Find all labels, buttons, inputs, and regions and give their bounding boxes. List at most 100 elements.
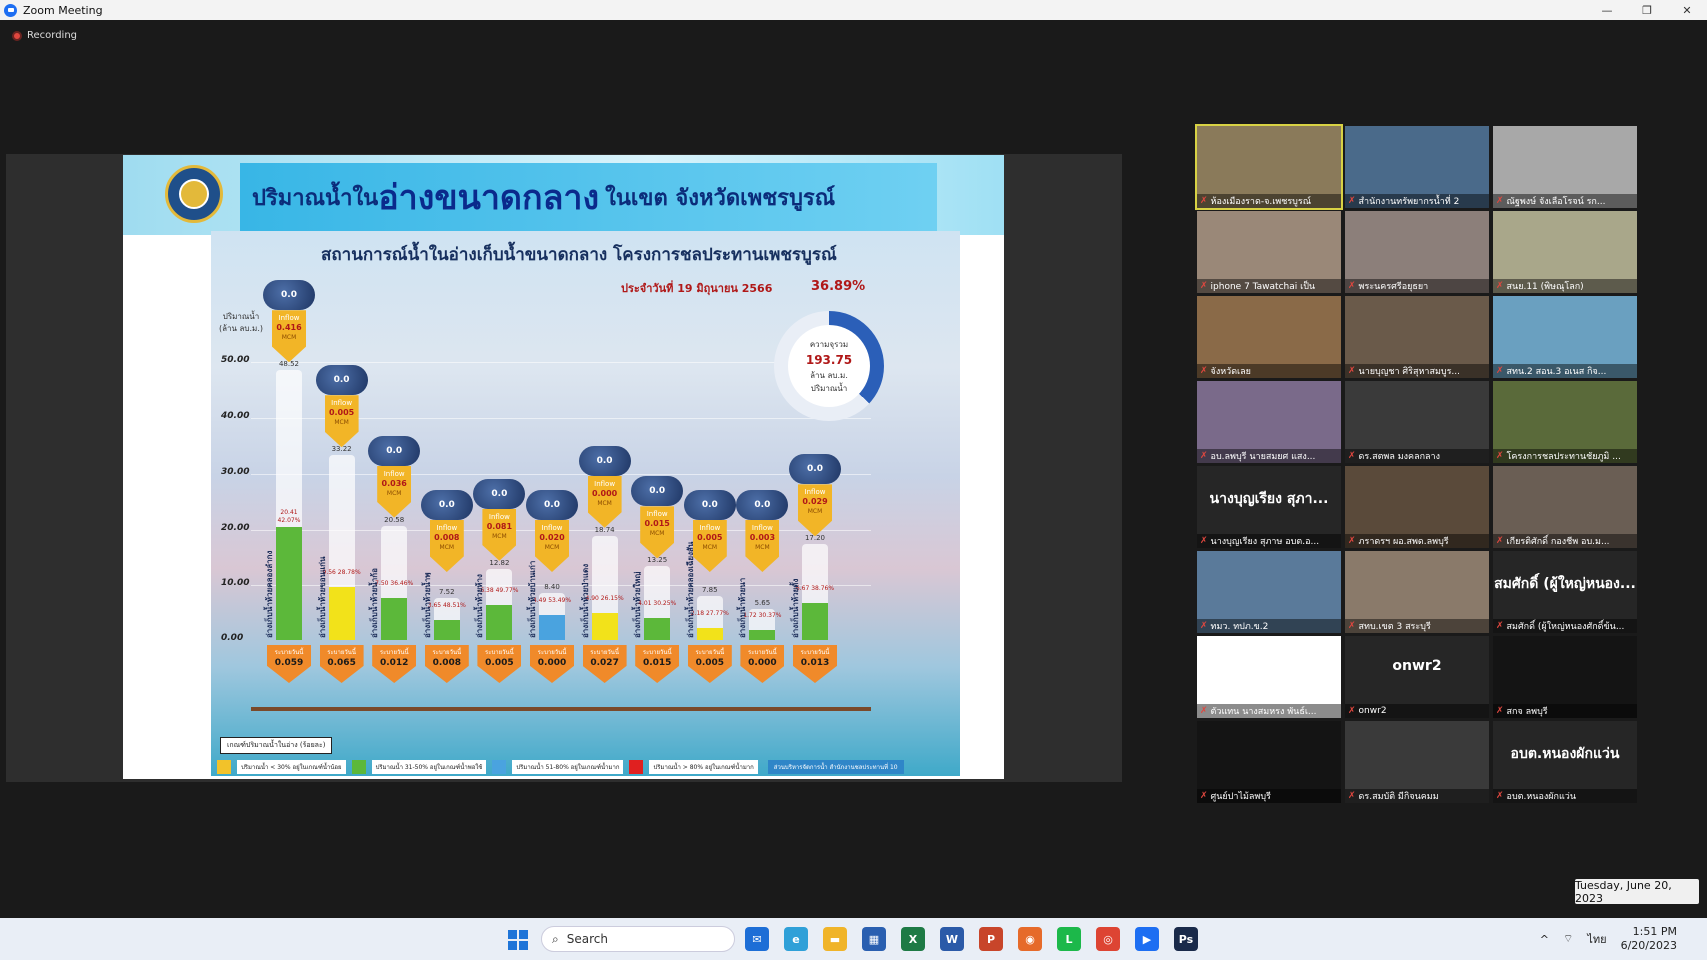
outflow-value: 0.013 [800,658,830,668]
participant-name-label: ✗ สทน.2 สอน.3 อเนส กิจ... [1493,364,1637,378]
muted-mic-icon: ✗ [1200,196,1208,206]
mail-app-icon[interactable]: ✉ [745,927,769,951]
donut-unit: ล้าน ลบ.ม. [810,370,848,380]
y-axis-label-line1: ปริมาณน้ำ [222,312,260,321]
start-button[interactable] [508,930,528,950]
participant-tile[interactable]: ✗ ตัวแทน นางสมหรง พันธ์เ... [1197,636,1341,718]
store-app-icon[interactable]: ▦ [862,927,886,951]
outflow-marker: ระบายวันนี้ 0.015 [635,645,680,683]
inflow-unit: MCM [334,419,349,427]
reservoir-name: อ่างเก็บน้ำห้วยตั้ง [791,578,799,638]
reservoir-chart: สถานการณ์น้ำในอ่างเก็บน้ำขนาดกลาง โครงกา… [211,231,960,776]
participant-tile[interactable]: ✗ ดร.สตพล มงคลกลาง [1345,381,1489,463]
explorer-app-icon[interactable]: ▬ [823,927,847,951]
inflow-unit: MCM [702,544,718,551]
wifi-icon[interactable]: ⌔ [1563,932,1573,946]
participant-tile[interactable]: ✗ สทบ.เขต 3 สระบุรี [1345,551,1489,633]
photoshop-app-icon[interactable]: Ps [1174,927,1198,951]
reservoir-current-fill [539,615,565,640]
y-tick: 30.00 [221,467,250,477]
windows-taskbar: ⌕ Search ✉ e ▬ ▦ X W P ◉ L ◎ ▶ Ps ^ ⌔ ไทย 1:51 PM 6… [0,918,1707,960]
participant-tile[interactable]: ✗ iphone 7 Tawatchai เป็น [1197,211,1341,293]
participant-name-label: ✗ ห้องเมืองราด-จ.เพชรบูรณ์ [1197,194,1341,208]
outflow-label: ระบายวันนี้ [274,649,304,656]
line-app-icon[interactable]: L [1057,927,1081,951]
legend-text-fair: ปริมาณน้ำ 31-50% อยู่ในเกณฑ์น้ำพอใช้ [371,759,487,774]
reservoir-current-fill [591,612,618,640]
inflow-marker: Inflow 0.000 MCM [587,475,622,528]
donut-value: 193.75 [805,352,853,367]
participant-name: อบ.ลพบุรี นายสมยศ แสง... [1210,452,1316,462]
y-tick: 40.00 [221,411,250,421]
participant-tile[interactable]: ✗ ทมว. ทปภ.ข.2 [1197,551,1341,633]
inflow-label: Inflow [488,512,510,521]
rid-seal-logo [165,165,223,223]
participant-tile[interactable]: สมศักดิ์ (ผู้ใหญ่หนอง... ✗ สมศักดิ์ (ผู้ให… [1493,551,1637,633]
participant-tile[interactable]: ✗ ห้องเมืองราด-จ.เพชรบูรณ์ [1195,124,1343,210]
firefox-app-icon[interactable]: ◉ [1018,927,1042,951]
outflow-value: 0.000 [537,658,567,668]
participant-tile[interactable]: ✗ ดร.สมบัติ มีกิจนคมม [1345,721,1489,803]
participant-tile[interactable]: ✗ สนย.11 (พิษณุโลก) [1493,211,1637,293]
participant-tile[interactable]: อบต.หนองผักแว่น ✗ อบต.หนองผักแว่น [1493,721,1637,803]
inflow-unit: MCM [807,508,823,516]
chrome-app-icon[interactable]: ◎ [1096,927,1120,951]
date-tooltip: Tuesday, June 20, 2023 [1575,879,1699,905]
system-tray: ^ ⌔ ไทย 1:51 PM 6/20/2023 [1540,918,1707,960]
participant-tile[interactable]: ✗ นายบุญชา ศิริสุหาสมบูร... [1345,296,1489,378]
participant-tile[interactable]: นางบุญเรียง สุภา... ✗ นางบุญเรียง สุภาษ อบ… [1197,466,1341,548]
maximize-button[interactable]: ❐ [1627,0,1667,20]
participant-tile[interactable]: ✗ สกจ ลพบุรี [1493,636,1637,718]
close-button[interactable]: ✕ [1667,0,1707,20]
participant-tile[interactable]: ✗ อบ.ลพบุรี นายสมยศ แสง... [1197,381,1341,463]
clock[interactable]: 1:51 PM 6/20/2023 [1621,925,1691,953]
participant-name-label: ✗ นางบุญเรียง สุภาษ อบต.อ... [1197,534,1341,548]
participant-tile[interactable]: ✗ สทน.2 สอน.3 อเนส กิจ... [1493,296,1637,378]
excel-app-icon[interactable]: X [901,927,925,951]
reservoir-current-fill [749,630,776,640]
word-app-icon[interactable]: W [940,927,964,951]
participant-tile[interactable]: ✗ ณัฐพงษ์ จังเลือโรจน์ รก... [1493,126,1637,208]
inflow-value: 0.005 [697,533,723,542]
powerpoint-app-icon[interactable]: P [979,927,1003,951]
participant-tile[interactable]: ✗ ศูนย์ปาไม้ลพบุรี [1197,721,1341,803]
participant-name: ดร.สมบัติ มีกิจนคมม [1358,792,1439,802]
zoom-app-icon[interactable]: ▶ [1135,927,1159,951]
capacity-label: 7.85 [702,586,718,595]
participant-tile[interactable]: onwr2 ✗ onwr2 [1345,636,1489,718]
participant-display-name: นางบุญเรียง สุภา... [1209,491,1329,507]
participant-name: สำนักงานทรัพยากรน้ำที่ 2 [1358,197,1460,207]
minimize-button[interactable]: — [1587,0,1627,20]
outflow-value: 0.008 [432,658,462,668]
inflow-marker: Inflow 0.005 MCM [692,520,727,572]
participant-tile[interactable]: ✗ โครงการชลประทานชัยภูมิ ... [1493,381,1637,463]
inflow-marker: Inflow 0.008 MCM [429,520,464,572]
slide-title-suffix: ในเขต จังหวัดเพชรบูรณ์ [605,184,836,211]
taskbar-search[interactable]: ⌕ Search [541,926,735,952]
donut-center: ความจุรวม 193.75 ล้าน ลบ.ม. ปริมาณน้ำ [788,325,870,407]
participant-tile[interactable]: ✗ เกียรติศักดิ์ กองชีพ อบ.ม... [1493,466,1637,548]
inflow-unit: MCM [492,532,507,540]
participant-tile[interactable]: ✗ จังหวัดเลย [1197,296,1341,378]
inflow-marker: Inflow 0.029 MCM [798,484,832,537]
muted-mic-icon: ✗ [1200,706,1208,716]
participant-tile[interactable]: ✗ ภราดรฯ ผอ.สพด.ลพบุรี [1345,466,1489,548]
current-volume-label: 3.65 48.51% [427,601,466,609]
muted-mic-icon: ✗ [1200,621,1208,631]
reservoir-current-fill [381,598,408,640]
language-indicator[interactable]: ไทย [1587,930,1606,948]
reservoir-name: อ่างเก็บน้ำห้วยคลองลำกง [265,550,273,638]
rain-cloud-icon: 0.0 [420,490,473,520]
participant-tile[interactable]: ✗ พระนครศรีอยุธยา [1345,211,1489,293]
tray-chevron-icon[interactable]: ^ [1540,933,1549,946]
total-percent: 36.89% [811,279,866,294]
capacity-label: 5.65 [754,598,771,607]
edge-app-icon[interactable]: e [784,927,808,951]
participant-tile[interactable]: ✗ สำนักงานทรัพยากรน้ำที่ 2 [1345,126,1489,208]
outflow-value: 0.015 [642,658,672,668]
recording-indicator[interactable]: Recording [12,30,77,41]
inflow-unit: MCM [281,334,297,342]
reservoir-name: อ่างเก็บน้ำห้วยน้ำก้อ [370,568,379,638]
reservoir-current-fill [328,586,355,640]
inflow-value: 0.036 [381,478,407,488]
